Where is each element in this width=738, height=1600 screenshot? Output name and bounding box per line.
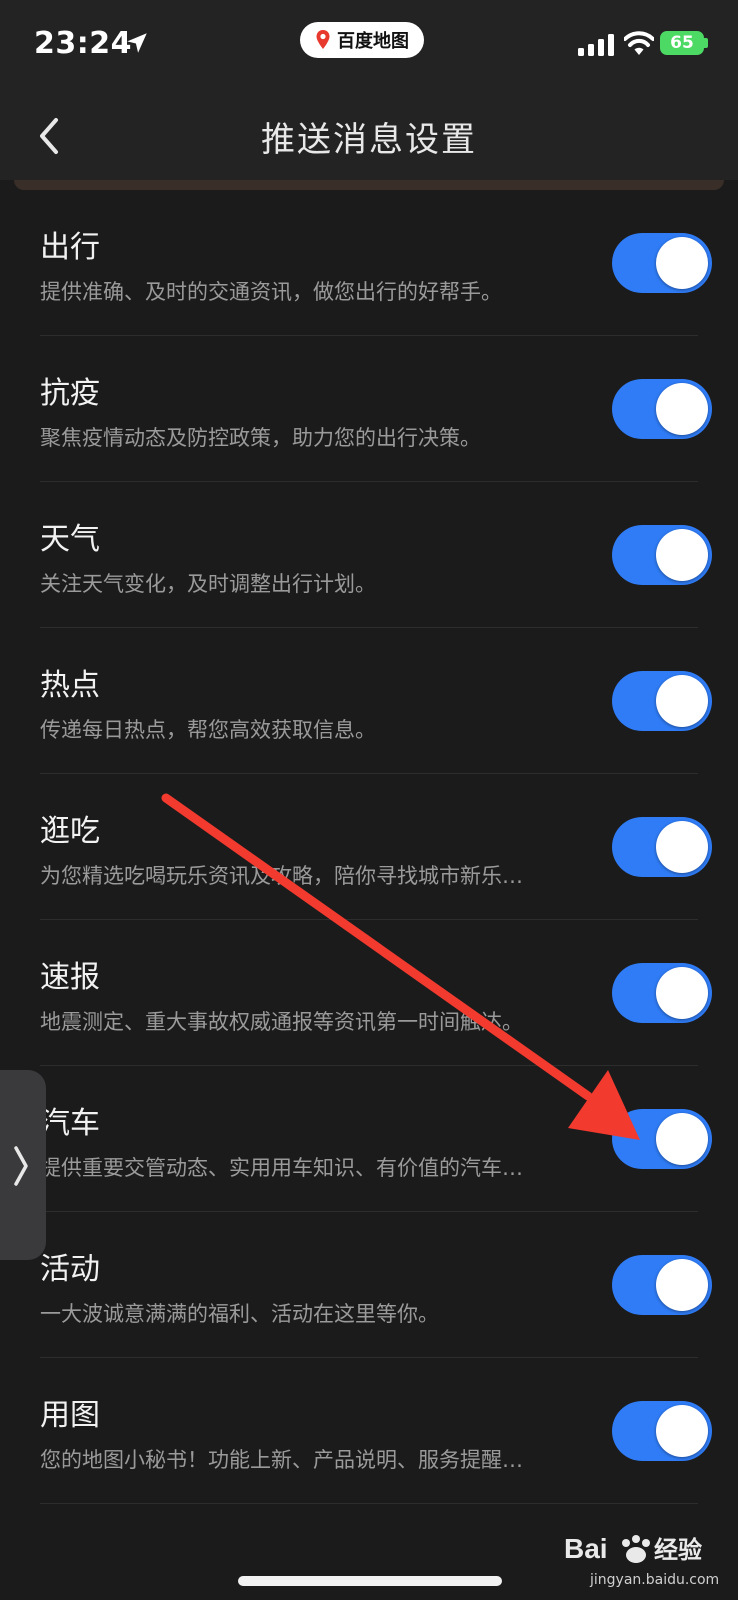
setting-toggle[interactable] bbox=[612, 233, 712, 293]
toggle-knob bbox=[656, 237, 708, 289]
app-return-badge[interactable]: 百度地图 bbox=[300, 22, 424, 58]
location-arrow-icon bbox=[127, 33, 147, 53]
setting-title: 热点 bbox=[40, 668, 100, 703]
setting-title: 抗疫 bbox=[40, 376, 100, 411]
setting-title: 逛吃 bbox=[40, 814, 100, 849]
toggle-knob bbox=[656, 1405, 708, 1457]
setting-description: 传递每日热点，帮您高效获取信息。 bbox=[40, 718, 376, 742]
side-drawer-handle[interactable] bbox=[0, 1070, 46, 1260]
setting-row-travel: 出行 提供准确、及时的交通资讯，做您出行的好帮手。 bbox=[0, 190, 738, 336]
setting-title: 天气 bbox=[40, 522, 100, 557]
toggle-knob bbox=[656, 967, 708, 1019]
setting-row-hot-topics: 热点 传递每日热点，帮您高效获取信息。 bbox=[0, 628, 738, 774]
row-divider bbox=[40, 1503, 698, 1504]
setting-toggle[interactable] bbox=[612, 525, 712, 585]
setting-row-car: 汽车 提供重要交管动态、实用用车知识、有价值的汽车… bbox=[0, 1066, 738, 1212]
battery-indicator: 65 bbox=[660, 31, 704, 55]
setting-toggle[interactable] bbox=[612, 379, 712, 439]
wifi-icon bbox=[624, 31, 654, 55]
setting-row-epidemic: 抗疫 聚焦疫情动态及防控政策，助力您的出行决策。 bbox=[0, 336, 738, 482]
setting-description: 您的地图小秘书！功能上新、产品说明、服务提醒… bbox=[40, 1448, 523, 1472]
status-time: 23:24 bbox=[34, 26, 132, 61]
setting-toggle[interactable] bbox=[612, 1401, 712, 1461]
page-title: 推送消息设置 bbox=[261, 120, 477, 160]
battery-cap-icon bbox=[704, 38, 708, 48]
chevron-right-icon bbox=[14, 1146, 28, 1186]
setting-row-food: 逛吃 为您精选吃喝玩乐资讯及攻略，陪你寻找城市新乐… bbox=[0, 774, 738, 920]
setting-title: 汽车 bbox=[40, 1106, 100, 1141]
setting-row-flash-news: 速报 地震测定、重大事故权威通报等资讯第一时间触达。 bbox=[0, 920, 738, 1066]
setting-toggle[interactable] bbox=[612, 671, 712, 731]
toggle-knob bbox=[656, 1113, 708, 1165]
cellular-signal-icon bbox=[578, 34, 614, 56]
setting-description: 聚焦疫情动态及防控政策，助力您的出行决策。 bbox=[40, 426, 481, 450]
setting-description: 提供准确、及时的交通资讯，做您出行的好帮手。 bbox=[40, 280, 502, 304]
setting-description: 一大波诚意满满的福利、活动在这里等你。 bbox=[40, 1302, 439, 1326]
svg-text:Bai: Bai bbox=[564, 1533, 608, 1564]
header-divider bbox=[14, 180, 724, 190]
setting-toggle[interactable] bbox=[612, 817, 712, 877]
watermark-url: jingyan.baidu.com bbox=[590, 1572, 720, 1588]
toggle-knob bbox=[656, 383, 708, 435]
navigation-bar: 推送消息设置 bbox=[0, 92, 738, 180]
push-settings-list: 出行 提供准确、及时的交通资讯，做您出行的好帮手。 抗疫 聚焦疫情动态及防控政策… bbox=[0, 190, 738, 1504]
setting-title: 出行 bbox=[40, 230, 100, 265]
setting-toggle[interactable] bbox=[612, 1255, 712, 1315]
setting-row-map-usage: 用图 您的地图小秘书！功能上新、产品说明、服务提醒… bbox=[0, 1358, 738, 1504]
setting-title: 用图 bbox=[40, 1398, 100, 1433]
setting-description: 提供重要交管动态、实用用车知识、有价值的汽车… bbox=[40, 1156, 523, 1180]
toggle-knob bbox=[656, 821, 708, 873]
setting-row-activities: 活动 一大波诚意满满的福利、活动在这里等你。 bbox=[0, 1212, 738, 1358]
status-bar: 23:24 百度地图 65 bbox=[0, 0, 738, 92]
setting-description: 地震测定、重大事故权威通报等资讯第一时间触达。 bbox=[40, 1010, 523, 1034]
toggle-knob bbox=[656, 1259, 708, 1311]
home-indicator bbox=[238, 1576, 502, 1586]
battery-level: 65 bbox=[670, 33, 694, 53]
setting-title: 速报 bbox=[40, 960, 100, 995]
map-pin-icon bbox=[316, 30, 330, 49]
app-badge-label: 百度地图 bbox=[337, 31, 409, 52]
setting-row-weather: 天气 关注天气变化，及时调整出行计划。 bbox=[0, 482, 738, 628]
setting-description: 为您精选吃喝玩乐资讯及攻略，陪你寻找城市新乐… bbox=[40, 864, 523, 888]
setting-toggle[interactable] bbox=[612, 1109, 712, 1169]
toggle-knob bbox=[656, 529, 708, 581]
svg-text:经验: 经验 bbox=[654, 1536, 702, 1564]
setting-description: 关注天气变化，及时调整出行计划。 bbox=[40, 572, 376, 596]
setting-title: 活动 bbox=[40, 1252, 100, 1287]
toggle-knob bbox=[656, 675, 708, 727]
setting-toggle[interactable] bbox=[612, 963, 712, 1023]
